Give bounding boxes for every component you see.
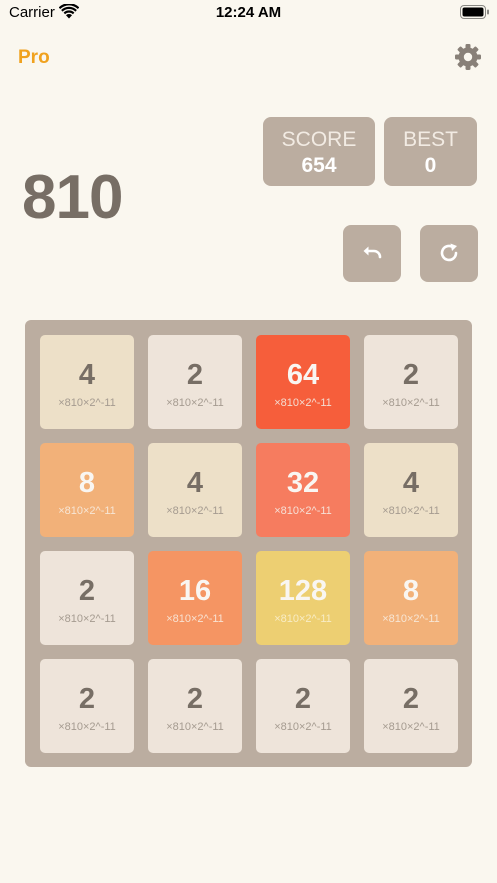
- score-label: SCORE: [281, 128, 357, 151]
- tile-value: 32: [286, 467, 320, 499]
- tile-formula: ×810×2^-11: [274, 613, 332, 625]
- tile-value: 128: [278, 575, 328, 607]
- best-box: BEST 0: [384, 117, 477, 186]
- best-value: 0: [424, 154, 437, 177]
- tile-value: 4: [186, 467, 204, 499]
- status-bar: Carrier 12:24 AM: [0, 0, 497, 26]
- tile: 2 ×810×2^-11: [364, 659, 458, 753]
- tile-value: 64: [286, 359, 320, 391]
- tile-formula: ×810×2^-11: [382, 721, 440, 733]
- tile-value: 8: [78, 467, 96, 499]
- best-label: BEST: [403, 128, 458, 151]
- tile: 4 ×810×2^-11: [364, 443, 458, 537]
- tile-formula: ×810×2^-11: [382, 397, 440, 409]
- tile: 2 ×810×2^-11: [364, 335, 458, 429]
- tile-value: 2: [402, 359, 420, 391]
- tile-formula: ×810×2^-11: [274, 721, 332, 733]
- tile-formula: ×810×2^-11: [274, 505, 332, 517]
- tile-value: 4: [402, 467, 420, 499]
- tile-value: 2: [402, 683, 420, 715]
- undo-icon: [363, 246, 382, 259]
- tile-value: 2: [294, 683, 312, 715]
- tile: 64 ×810×2^-11: [256, 335, 350, 429]
- tile: 16 ×810×2^-11: [148, 551, 242, 645]
- tile-formula: ×810×2^-11: [58, 613, 116, 625]
- pro-button[interactable]: Pro: [18, 47, 50, 69]
- clock: 12:24 AM: [215, 4, 282, 21]
- tile-formula: ×810×2^-11: [166, 505, 224, 517]
- game-board[interactable]: 4 ×810×2^-11 2 ×810×2^-11 64 ×810×2^-11 2 ×810×…: [25, 320, 472, 767]
- restart-button[interactable]: [420, 225, 478, 282]
- tile-formula: ×810×2^-11: [382, 613, 440, 625]
- game-screen: Carrier 12:24 AM Pro 810 SCORE 654 BEST: [0, 0, 497, 883]
- target-number: 810: [22, 163, 123, 232]
- gear-icon[interactable]: [454, 43, 482, 71]
- tile-value: 2: [186, 683, 204, 715]
- tile: 2 ×810×2^-11: [148, 335, 242, 429]
- tile-formula: ×810×2^-11: [166, 613, 224, 625]
- score-value: 654: [301, 154, 337, 177]
- tile-value: 8: [402, 575, 420, 607]
- tile-value: 4: [78, 359, 96, 391]
- tile: 128 ×810×2^-11: [256, 551, 350, 645]
- tile: 8 ×810×2^-11: [40, 443, 134, 537]
- tile-value: 2: [78, 575, 96, 607]
- tile: 2 ×810×2^-11: [148, 659, 242, 753]
- tile: 4 ×810×2^-11: [148, 443, 242, 537]
- tile-formula: ×810×2^-11: [58, 505, 116, 517]
- tile: 2 ×810×2^-11: [40, 551, 134, 645]
- tile: 8 ×810×2^-11: [364, 551, 458, 645]
- tile: 4 ×810×2^-11: [40, 335, 134, 429]
- tile-formula: ×810×2^-11: [274, 397, 332, 409]
- undo-button[interactable]: [343, 225, 401, 282]
- restart-icon: [440, 243, 458, 262]
- tile: 32 ×810×2^-11: [256, 443, 350, 537]
- tile-formula: ×810×2^-11: [58, 721, 116, 733]
- battery-icon: [460, 5, 489, 19]
- tile-formula: ×810×2^-11: [166, 721, 224, 733]
- tile-value: 16: [178, 575, 212, 607]
- tile-value: 2: [78, 683, 96, 715]
- score-box: SCORE 654: [263, 117, 375, 186]
- tile-value: 2: [186, 359, 204, 391]
- tile: 2 ×810×2^-11: [40, 659, 134, 753]
- tile: 2 ×810×2^-11: [256, 659, 350, 753]
- tile-formula: ×810×2^-11: [166, 397, 224, 409]
- tile-formula: ×810×2^-11: [58, 397, 116, 409]
- tile-formula: ×810×2^-11: [382, 505, 440, 517]
